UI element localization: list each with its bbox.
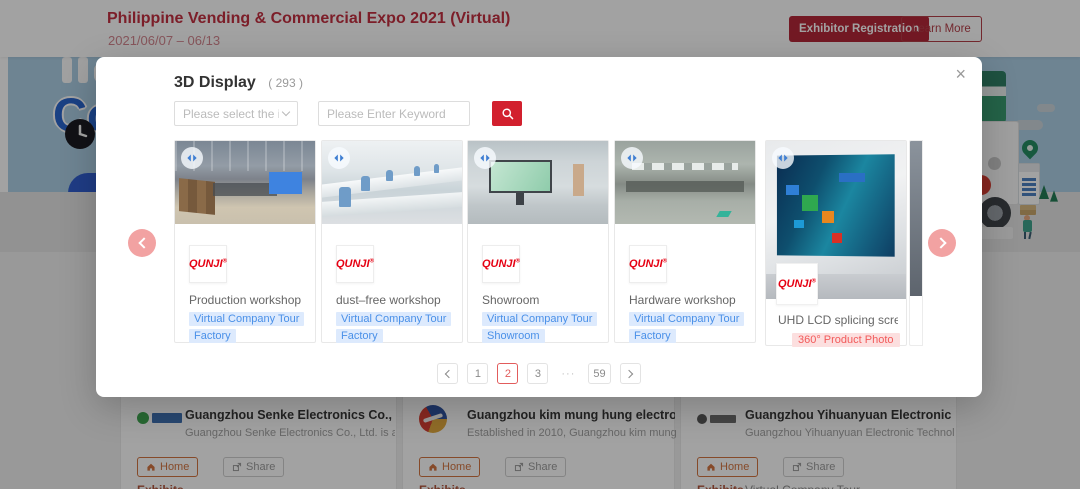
modal-title: 3D Display <box>174 74 256 91</box>
chevron-right-icon <box>934 237 947 249</box>
pagination-page-button[interactable]: 3 <box>527 363 549 384</box>
card-tag: Virtual Company Tour <box>189 312 305 326</box>
pagination: 1 2 3 ··· 59 <box>96 363 982 384</box>
chevron-right-icon <box>624 369 634 378</box>
card-title: Hardware workshop <box>629 293 736 307</box>
keyword-search-input[interactable] <box>318 101 470 126</box>
card-photo <box>468 141 608 224</box>
card-tag-red: 360° Product Photo <box>792 333 900 347</box>
card-tag: Showroom <box>482 329 545 343</box>
3d-display-card[interactable]: QUNJI® Hardware workshop Virtual Company… <box>614 140 756 343</box>
badge-360-icon <box>772 147 794 169</box>
card-title: Showroom <box>482 293 540 307</box>
close-icon[interactable]: × <box>951 61 970 87</box>
pagination-page-button-active[interactable]: 2 <box>497 363 519 384</box>
company-logo: QUNJI® <box>189 245 227 283</box>
card-title: Production workshop <box>189 293 302 307</box>
3d-display-modal: × 3D Display ( 293 ) Please select the i… <box>96 57 982 397</box>
search-button[interactable] <box>492 101 522 126</box>
search-icon <box>501 108 513 120</box>
card-photo <box>175 141 315 224</box>
card-title: dust–free workshop <box>336 293 441 307</box>
company-logo: QUNJI® <box>336 245 374 283</box>
badge-360-icon <box>474 147 496 169</box>
3d-display-card[interactable]: QUNJI® UHD LCD splicing scree... 360° Pr… <box>765 140 907 347</box>
badge-360-icon <box>328 147 350 169</box>
pagination-page-button[interactable]: 59 <box>588 363 611 384</box>
card-tag: Factory <box>629 329 676 343</box>
card-tag: Virtual Company Tour <box>336 312 452 326</box>
chevron-down-icon <box>281 107 291 117</box>
card-tag: Factory <box>336 329 383 343</box>
pagination-prev-button[interactable] <box>437 363 459 384</box>
card-tag: Virtual Company Tour <box>629 312 745 326</box>
carousel-next-button[interactable] <box>928 229 956 257</box>
card-photo <box>615 141 755 224</box>
card-photo <box>322 141 462 224</box>
3d-display-card[interactable]: QUNJI® Showroom Virtual Company Tour Sho… <box>467 140 609 343</box>
company-logo: QUNJI® <box>482 245 520 283</box>
3d-display-card[interactable]: QUNJI® dust–free workshop Virtual Compan… <box>321 140 463 343</box>
company-logo: QUNJI® <box>629 245 667 283</box>
carousel-prev-button[interactable] <box>128 229 156 257</box>
result-count: ( 293 ) <box>268 76 303 90</box>
next-card-sliver <box>909 140 923 346</box>
badge-360-icon <box>181 147 203 169</box>
select-placeholder: Please select the in... <box>183 106 279 121</box>
chevron-left-icon <box>137 237 150 249</box>
3d-display-card[interactable]: QUNJI® Production workshop Virtual Compa… <box>174 140 316 343</box>
company-logo: QUNJI® <box>776 263 818 305</box>
card-tag: Factory <box>189 329 236 343</box>
badge-360-icon <box>621 147 643 169</box>
chevron-left-icon <box>444 369 454 378</box>
card-tag: Virtual Company Tour <box>482 312 598 326</box>
pagination-page-button[interactable]: 1 <box>467 363 489 384</box>
card-title: UHD LCD splicing scree... <box>778 313 898 327</box>
pagination-ellipsis: ··· <box>557 363 580 384</box>
industry-select[interactable]: Please select the in... <box>174 101 298 126</box>
pagination-next-button[interactable] <box>619 363 641 384</box>
